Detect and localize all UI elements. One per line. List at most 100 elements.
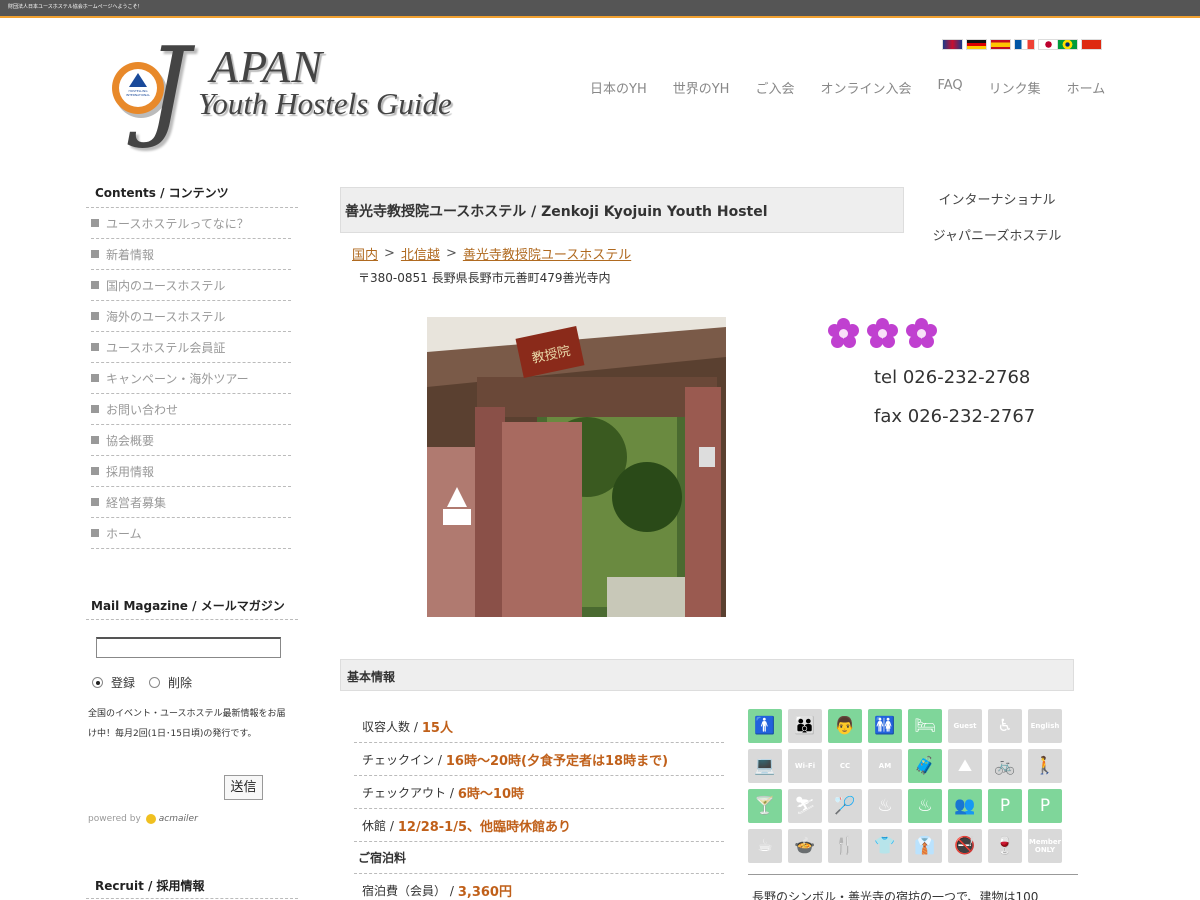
sidebar-item[interactable]: 協会概要 <box>91 425 291 456</box>
flag-jp-icon[interactable] <box>1038 39 1059 50</box>
info-value: 3,360円 <box>457 885 512 900</box>
flag-fr-icon[interactable] <box>1014 39 1035 50</box>
wheelchair-icon: ♿ <box>988 709 1022 743</box>
luggage-icon: 🧳 <box>908 749 942 783</box>
cafe-icon: ☕ <box>748 829 782 863</box>
sidebar-item-label: キャンペーン・海外ツアー <box>106 371 249 386</box>
logo-subtitle: Youth Hostels Guide <box>198 86 452 121</box>
sidebar-item[interactable]: 採用情報 <box>91 456 291 487</box>
hostel-type-link[interactable]: ジャパニーズホステル <box>920 224 1074 260</box>
acmailer-logo-icon <box>145 814 156 824</box>
sidebar-item-label: 新着情報 <box>106 247 155 262</box>
family-room-icon: 👨 <box>828 709 862 743</box>
computer-icon: 💻 <box>748 749 782 783</box>
flag-de-icon[interactable] <box>966 39 987 50</box>
coin-laundry-icon: 👕 <box>868 829 902 863</box>
mail-mode-radios: 登録 削除 <box>92 674 192 691</box>
flag-es-icon[interactable] <box>990 39 1011 50</box>
nav-item[interactable]: ホーム <box>1067 78 1106 97</box>
sidebar-item[interactable]: キャンペーン・海外ツアー <box>91 363 291 394</box>
facility-icons: 🚹 👪 👨 🚻 🛏 Guest ♿ English 💻 Wi-Fi CC AM 🧳 ⛰ 🚲 🚶 🍸 ⛷ 🏸 ♨ ♨ 👥 P P… <box>748 709 1068 863</box>
flag-br-icon[interactable] <box>1057 39 1078 50</box>
sidebar-item[interactable]: お問い合わせ <box>91 394 291 425</box>
nav-item[interactable]: 世界のYH <box>673 78 730 97</box>
basic-info-list: 収容人数 /15人 チェックイン /16時〜20時(夕食予定者は18時まで) チェッ… <box>354 710 724 900</box>
square-bullet-icon <box>91 250 99 258</box>
hostel-type-link[interactable]: インターナショナル <box>920 188 1074 224</box>
square-bullet-icon <box>91 405 99 413</box>
hostel-description: 長野のシンボル・善光寺の宿坊の一つで、建物は100 <box>752 890 1039 900</box>
recruit-heading: Recruit / 採用情報 <box>86 874 298 899</box>
bed-room-icon: 🛏 <box>908 709 942 743</box>
square-bullet-icon <box>91 436 99 444</box>
phone-number: tel 026-232-2768 <box>874 367 1031 388</box>
nav-item[interactable]: オンライン入会 <box>820 78 911 97</box>
breadcrumb-separator: > <box>445 246 457 261</box>
sidebar-item[interactable]: ユースホステル会員証 <box>91 332 291 363</box>
guest-house-icon: Guest <box>948 709 982 743</box>
tour-icon: ⛰ <box>948 749 982 783</box>
info-value: 6時〜10時 <box>457 786 524 802</box>
page-title: 善光寺教授院ユースホステル / Zenkoji Kyojuin Youth Ho… <box>340 187 904 233</box>
sidebar-item-label: ホーム <box>106 526 142 541</box>
morning-icon: AM <box>868 749 902 783</box>
nav-item[interactable]: FAQ <box>937 78 962 97</box>
logo-letter: J <box>146 23 191 151</box>
mixed-room-icon: 🚻 <box>868 709 902 743</box>
rating-flower-icon <box>906 318 937 349</box>
top-banner: 財団法人日本ユースホステル協会ホームページへようこそ！ <box>0 0 1200 18</box>
info-row: 宿泊費（会員） /3,360円 <box>354 874 724 900</box>
sidebar-item[interactable]: ホーム <box>91 518 291 549</box>
breadcrumb-link[interactable]: 国内 <box>352 244 378 263</box>
welcome-text: 財団法人日本ユースホステル協会ホームページへようこそ！ <box>8 4 143 10</box>
info-row: 休館 /12/28-1/5、他臨時休館あり <box>354 809 724 842</box>
laundry-icon: 👔 <box>908 829 942 863</box>
register-radio[interactable] <box>92 677 103 688</box>
nav-item[interactable]: 日本のYH <box>590 78 647 97</box>
breadcrumb-link[interactable]: 北信越 <box>401 244 440 263</box>
sidebar-item-label: 経営者募集 <box>106 495 167 510</box>
hostel-photo: 教授院 <box>427 317 726 617</box>
onsen-home-icon: ♨ <box>908 789 942 823</box>
sidebar-item[interactable]: ユースホステルってなに？ <box>91 208 291 239</box>
sidebar-item[interactable]: 国内のユースホステル <box>91 270 291 301</box>
mail-address-input[interactable] <box>96 637 281 658</box>
send-button[interactable]: 送信 <box>224 775 263 800</box>
site-logo[interactable]: HOSTELLING INTERNATIONAL J APAN Youth Ho… <box>106 32 466 148</box>
square-bullet-icon <box>91 529 99 537</box>
nav-item[interactable]: ご入会 <box>755 78 794 97</box>
powered-by[interactable]: powered by acmailer <box>88 814 198 824</box>
english-icon: English <box>1028 709 1062 743</box>
sidebar-item-label: 国内のユースホステル <box>106 278 226 293</box>
flag-uk-icon[interactable] <box>942 39 963 50</box>
breadcrumb-link[interactable]: 善光寺教授院ユースホステル <box>463 244 631 263</box>
sidebar-item[interactable]: 経営者募集 <box>91 487 291 518</box>
square-bullet-icon <box>91 281 99 289</box>
onsen-icon: ♨ <box>868 789 902 823</box>
square-bullet-icon <box>91 312 99 320</box>
description-divider <box>748 874 1078 875</box>
hiking-icon: 🚶 <box>1028 749 1062 783</box>
no-alcohol-icon: 🍷 <box>988 829 1022 863</box>
info-value: 16時〜20時(夕食予定者は18時まで) <box>445 753 669 769</box>
bar-icon: 🍸 <box>748 789 782 823</box>
sidebar-item-label: 協会概要 <box>106 433 155 448</box>
info-value: 15人 <box>421 720 453 736</box>
square-bullet-icon <box>91 343 99 351</box>
sidebar-item[interactable]: 海外のユースホステル <box>91 301 291 332</box>
bicycle-rental-icon: 🚲 <box>988 749 1022 783</box>
sidebar-item-label: 採用情報 <box>106 464 155 479</box>
dining-icon: 🍴 <box>828 829 862 863</box>
info-row: チェックアウト /6時〜10時 <box>354 776 724 809</box>
language-flags <box>942 39 1102 51</box>
sidebar: Contents / コンテンツ ユースホステルってなに？ 新着情報 国内のユースホ… <box>86 176 298 549</box>
flag-cn-icon[interactable] <box>1081 39 1102 50</box>
sidebar-item[interactable]: 新着情報 <box>91 239 291 270</box>
nav-item[interactable]: リンク集 <box>989 78 1041 97</box>
member-only-icon: Member ONLY <box>1028 829 1062 863</box>
delete-radio[interactable] <box>149 677 161 688</box>
info-label: チェックイン / <box>362 752 442 767</box>
register-label: 登録 <box>111 676 136 690</box>
car-parking-icon: P <box>1028 789 1062 823</box>
dorm-room-icon: 👪 <box>788 709 822 743</box>
